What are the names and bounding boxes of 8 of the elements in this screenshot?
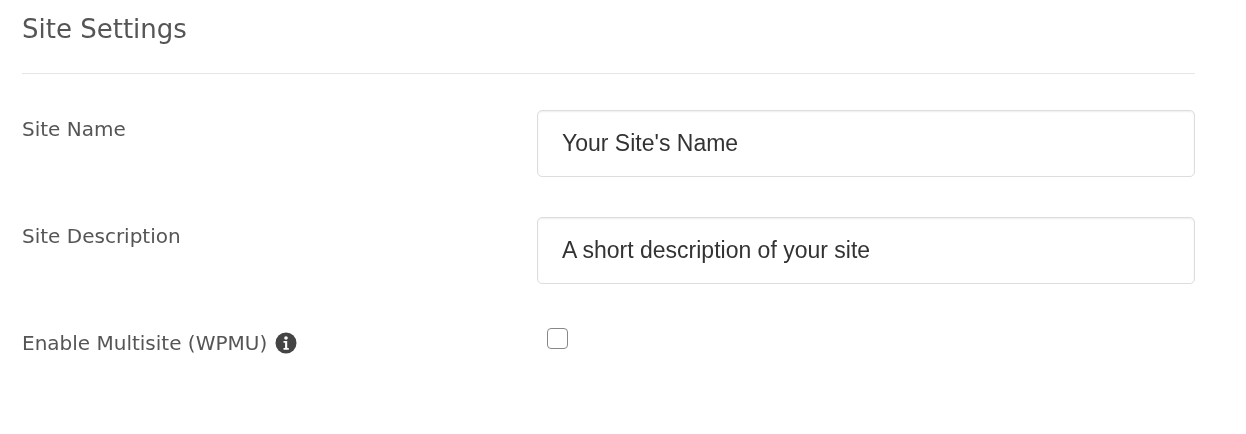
section-title: Site Settings <box>22 14 188 46</box>
text-input[interactable]: A short description of your site <box>537 217 1195 285</box>
info-icon[interactable] <box>275 332 298 355</box>
field-label: Site Name <box>22 116 126 144</box>
checkbox[interactable] <box>547 328 568 350</box>
field-label: Enable Multisite (WPMU) <box>22 330 268 358</box>
text-input[interactable]: Your Site's Name <box>537 110 1195 178</box>
field-label: Site Description <box>22 223 181 251</box>
